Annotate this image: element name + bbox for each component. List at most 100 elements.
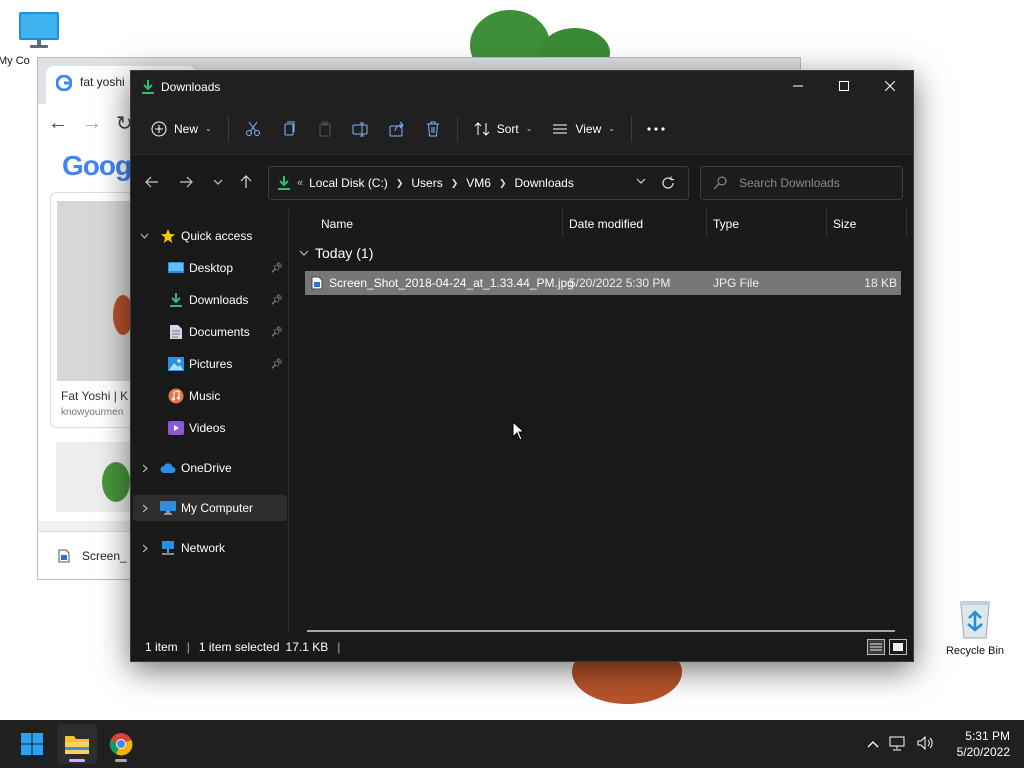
- file-explorer-window: Downloads New ⌄ Sort ⌄ View ⌄ « Local Di…: [130, 70, 914, 662]
- forward-arrow-icon[interactable]: →: [82, 112, 102, 135]
- rename-button[interactable]: [343, 111, 379, 147]
- delete-button[interactable]: [415, 111, 451, 147]
- clock[interactable]: 5:31 PM 5/20/2022: [957, 728, 1010, 760]
- breadcrumb-users[interactable]: Users: [411, 176, 442, 190]
- image-result-thumbnail: [57, 201, 139, 381]
- column-header-date-modified[interactable]: Date modified: [569, 217, 643, 231]
- nav-quick-access[interactable]: Quick access: [131, 223, 289, 249]
- refresh-button[interactable]: [658, 173, 678, 193]
- file-icon: [58, 549, 70, 562]
- document-icon: [168, 324, 184, 340]
- address-history-button[interactable]: [636, 176, 646, 186]
- sort-icon: [474, 121, 490, 136]
- back-button[interactable]: [135, 167, 169, 197]
- sidebar-item-documents[interactable]: Documents 📌︎: [131, 319, 289, 345]
- star-icon: [160, 228, 176, 244]
- large-icons-view-button[interactable]: [889, 639, 907, 655]
- image-result-card[interactable]: Fat Yoshi | K knowyourmen: [50, 192, 140, 428]
- volume-button[interactable]: [917, 735, 935, 754]
- download-item-name[interactable]: Screen_: [82, 549, 127, 563]
- chevron-right-icon: [142, 504, 148, 513]
- network-status-icon: [889, 736, 905, 750]
- pin-icon: 📌︎: [270, 326, 283, 338]
- taskbar-file-explorer[interactable]: [57, 724, 97, 764]
- back-arrow-icon[interactable]: ←: [48, 112, 68, 135]
- close-button[interactable]: [867, 71, 913, 101]
- up-button[interactable]: [229, 167, 263, 197]
- sidebar-item-onedrive[interactable]: OneDrive: [131, 455, 289, 481]
- nav-item-label: Music: [189, 389, 221, 403]
- breadcrumb-vm6[interactable]: VM6: [466, 176, 491, 190]
- monitor-icon: [19, 12, 59, 48]
- show-hidden-icons-button[interactable]: [867, 737, 879, 751]
- column-divider[interactable]: [826, 209, 827, 237]
- explorer-titlebar[interactable]: Downloads: [131, 71, 913, 103]
- taskbar-chrome[interactable]: [101, 724, 141, 764]
- chevron-down-icon: [213, 179, 223, 185]
- search-placeholder: Search Downloads: [739, 176, 840, 190]
- mouse-cursor-icon: [512, 421, 526, 441]
- sidebar-item-downloads[interactable]: Downloads 📌︎: [131, 287, 289, 313]
- chevron-right-icon[interactable]: ❯: [396, 178, 404, 189]
- view-label: View: [575, 121, 602, 136]
- back-arrow-icon: [145, 176, 158, 188]
- breadcrumb-overflow[interactable]: «: [297, 177, 303, 189]
- desktop-icon-recycle-bin[interactable]: Recycle Bin: [940, 596, 1010, 657]
- minimize-button[interactable]: [775, 71, 821, 101]
- system-tray: 5:31 PM 5/20/2022: [867, 720, 1010, 768]
- column-divider[interactable]: [906, 209, 907, 237]
- column-header-name[interactable]: Name: [321, 217, 353, 231]
- chevron-right-icon[interactable]: ❯: [451, 178, 459, 189]
- network-status-button[interactable]: [889, 735, 907, 754]
- sidebar-item-my-computer[interactable]: My Computer: [133, 495, 287, 521]
- sidebar-item-network[interactable]: Network: [131, 535, 289, 561]
- desktop-folder-icon: [168, 260, 184, 276]
- sidebar-item-music[interactable]: Music: [131, 383, 289, 409]
- clock-time: 5:31 PM: [965, 729, 1010, 743]
- chevron-right-icon: [142, 464, 148, 473]
- cut-button[interactable]: [235, 111, 271, 147]
- nav-item-label: Quick access: [181, 229, 253, 243]
- selected-count: 1 item selected: [198, 640, 280, 654]
- pictures-icon: [168, 356, 184, 372]
- new-button[interactable]: New ⌄: [141, 111, 222, 147]
- paste-button[interactable]: [307, 111, 343, 147]
- sort-button[interactable]: Sort ⌄: [464, 111, 543, 147]
- details-view-button[interactable]: [867, 639, 885, 655]
- table-row[interactable]: Screen_Shot_2018-04-24_at_1.33.44_PM.jpg…: [305, 271, 901, 295]
- sidebar-item-desktop[interactable]: Desktop 📌︎: [131, 255, 289, 281]
- download-icon: [142, 80, 154, 94]
- chevron-down-icon: [636, 178, 646, 184]
- column-divider[interactable]: [562, 209, 563, 237]
- network-icon: [160, 540, 176, 556]
- column-header-type[interactable]: Type: [713, 217, 739, 231]
- horizontal-scrollbar[interactable]: [307, 630, 895, 632]
- breadcrumb-downloads[interactable]: Downloads: [514, 176, 573, 190]
- share-button[interactable]: [379, 111, 415, 147]
- download-icon: [278, 176, 290, 190]
- monitor-icon: [160, 500, 176, 516]
- sidebar-item-videos[interactable]: Videos: [131, 415, 289, 441]
- status-divider: |: [337, 640, 341, 654]
- breadcrumb-local-disk[interactable]: Local Disk (C:): [309, 176, 388, 190]
- column-divider[interactable]: [706, 209, 707, 237]
- start-button[interactable]: [12, 724, 52, 764]
- maximize-button[interactable]: [821, 71, 867, 101]
- image-result-card[interactable]: [56, 442, 136, 512]
- running-indicator: [69, 759, 85, 762]
- status-bar: 1 item | 1 item selected 17.1 KB |: [131, 633, 913, 661]
- search-box[interactable]: Search Downloads: [700, 166, 903, 200]
- chevron-down-icon: ⌄: [525, 124, 533, 133]
- image-result-title: Fat Yoshi | K: [61, 389, 129, 403]
- address-bar[interactable]: « Local Disk (C:) ❯ Users ❯ VM6 ❯ Downlo…: [268, 166, 689, 200]
- forward-button[interactable]: [169, 167, 203, 197]
- chevron-right-icon[interactable]: ❯: [499, 178, 507, 189]
- group-header-today[interactable]: Today (1): [299, 245, 373, 261]
- download-icon: [168, 292, 184, 308]
- column-header-size[interactable]: Size: [833, 217, 856, 231]
- sidebar-item-pictures[interactable]: Pictures 📌︎: [131, 351, 289, 377]
- more-options-button[interactable]: [638, 111, 674, 147]
- copy-button[interactable]: [271, 111, 307, 147]
- view-button[interactable]: View ⌄: [542, 111, 625, 147]
- list-view-icon: [553, 124, 568, 133]
